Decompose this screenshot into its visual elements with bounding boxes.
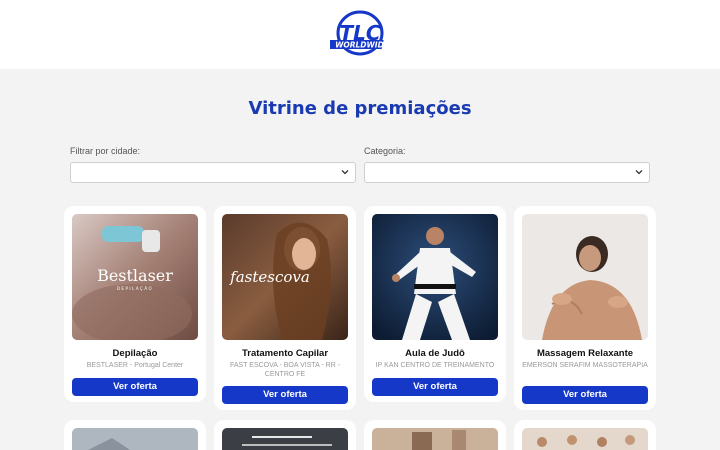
offer-image [372, 428, 498, 450]
offer-card[interactable] [364, 420, 506, 450]
offer-image [522, 428, 648, 450]
offer-name: Depilação [112, 348, 158, 359]
see-offer-button[interactable]: Ver oferta [372, 378, 498, 396]
offer-card[interactable]: Bestlaser DEPILAÇÃO Depilação BESTLASER … [64, 206, 206, 402]
offer-card[interactable]: Massagem Relaxante EMERSON SERAFIM MASSO… [514, 206, 656, 410]
offer-partner: IP KAN CENTRO DE TREINAMENTO [375, 362, 495, 369]
see-offer-button[interactable]: Ver oferta [222, 386, 348, 404]
offer-name: Massagem Relaxante [536, 348, 634, 359]
city-filter-select[interactable] [70, 162, 356, 183]
offer-image-brand-sub: DEPILAÇÃO [117, 286, 153, 291]
logo-subtext: WORLDWIDE [335, 41, 390, 50]
offer-image [372, 214, 498, 340]
offer-name: Tratamento Capilar [241, 348, 329, 359]
offer-image: Bestlaser DEPILAÇÃO [72, 214, 198, 340]
offer-partner: BESTLASER - Portugal Center [86, 362, 184, 369]
offer-image [522, 214, 648, 340]
offer-card[interactable] [214, 420, 356, 450]
header-bar: TLC WORLDWIDE [0, 0, 720, 69]
offer-card[interactable]: fastescova Tratamento Capilar FAST ESCOV… [214, 206, 356, 410]
offer-card[interactable] [64, 420, 206, 450]
see-offer-button[interactable]: Ver oferta [522, 386, 648, 404]
offer-card[interactable] [514, 420, 656, 450]
page-title: Vitrine de premiações [248, 98, 472, 119]
offer-image-brand: fastescova [229, 268, 310, 286]
category-filter-select[interactable] [364, 162, 650, 183]
chevron-down-icon [341, 170, 349, 175]
offer-partner: FAST ESCOVA - BOA VISTA - RR - CENTRO FE [229, 362, 341, 378]
offer-name: Aula de Judô [405, 348, 465, 359]
offer-card[interactable]: Aula de Judô IP KAN CENTRO DE TREINAMENT… [364, 206, 506, 402]
category-filter-label: Categoria: [364, 146, 406, 156]
offer-partner: EMERSON SERAFIM MASSOTERAPIA [522, 362, 648, 369]
offer-image [72, 428, 198, 450]
tlc-worldwide-logo[interactable]: TLC WORLDWIDE [323, 10, 392, 58]
see-offer-button[interactable]: Ver oferta [72, 378, 198, 396]
offer-image: fastescova [222, 214, 348, 340]
offer-image-brand: Bestlaser [97, 266, 173, 285]
chevron-down-icon [635, 170, 643, 175]
city-filter-label: Filtrar por cidade: [70, 146, 141, 156]
offer-image [222, 428, 348, 450]
